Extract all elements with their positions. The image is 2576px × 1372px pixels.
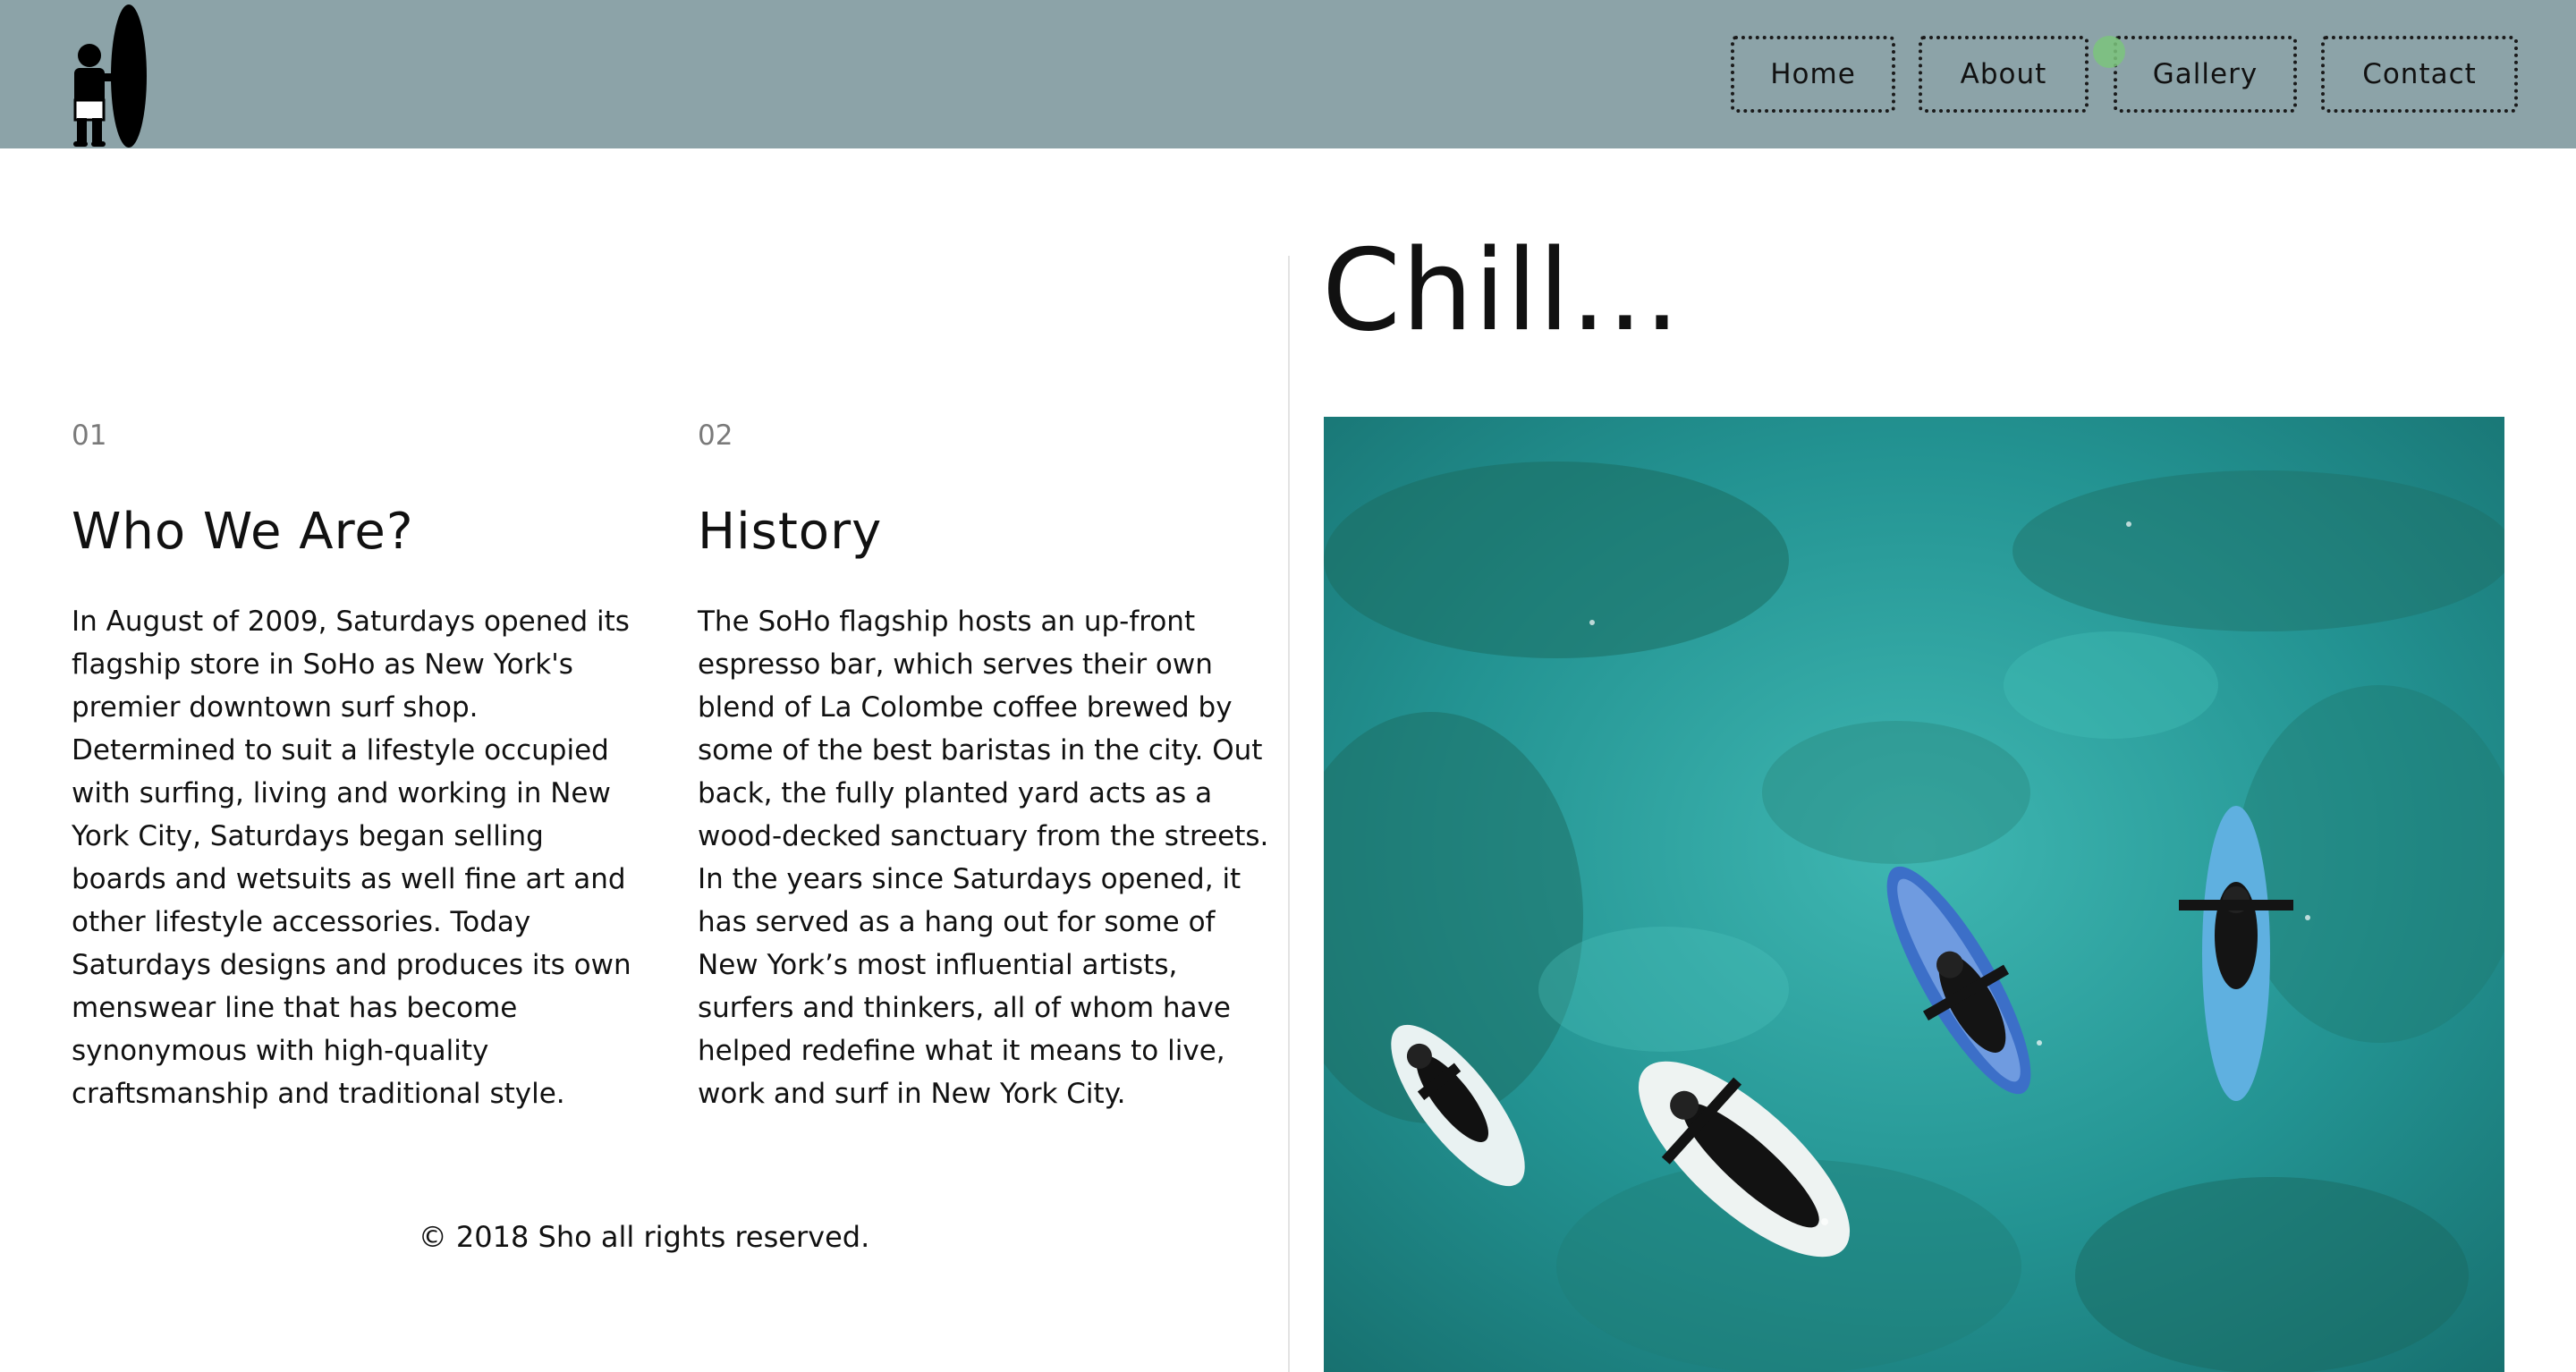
section-number: 01 <box>72 419 107 452</box>
nav-home-button[interactable]: Home <box>1731 36 1895 113</box>
section-who-we-are: 01 Who We Are? In August of 2009, Saturd… <box>72 416 644 1115</box>
section-history: 02 History The SoHo flagship hosts an up… <box>698 416 1270 1115</box>
main-nav: Home About Gallery Contact <box>0 36 2576 113</box>
section-body: The SoHo flagship hosts an up-front espr… <box>698 606 1269 1110</box>
feature-heading: Chill... <box>1322 224 1682 356</box>
nav-about-button[interactable]: About <box>1919 36 2089 113</box>
site-header: Home About Gallery Contact <box>0 0 2576 148</box>
section-body: In August of 2009, Saturdays opened its … <box>72 606 631 1110</box>
nav-contact-button[interactable]: Contact <box>2321 36 2518 113</box>
section-title: Who We Are? <box>72 503 414 561</box>
column-divider <box>1288 256 1290 1372</box>
cursor-indicator <box>2093 36 2125 68</box>
copyright-text: © 2018 Sho all rights reserved. <box>418 1220 870 1254</box>
aerial-surfers-photo <box>1324 417 2504 1372</box>
section-number: 02 <box>698 419 733 452</box>
nav-gallery-button[interactable]: Gallery <box>2114 36 2297 113</box>
section-title: History <box>698 503 883 561</box>
